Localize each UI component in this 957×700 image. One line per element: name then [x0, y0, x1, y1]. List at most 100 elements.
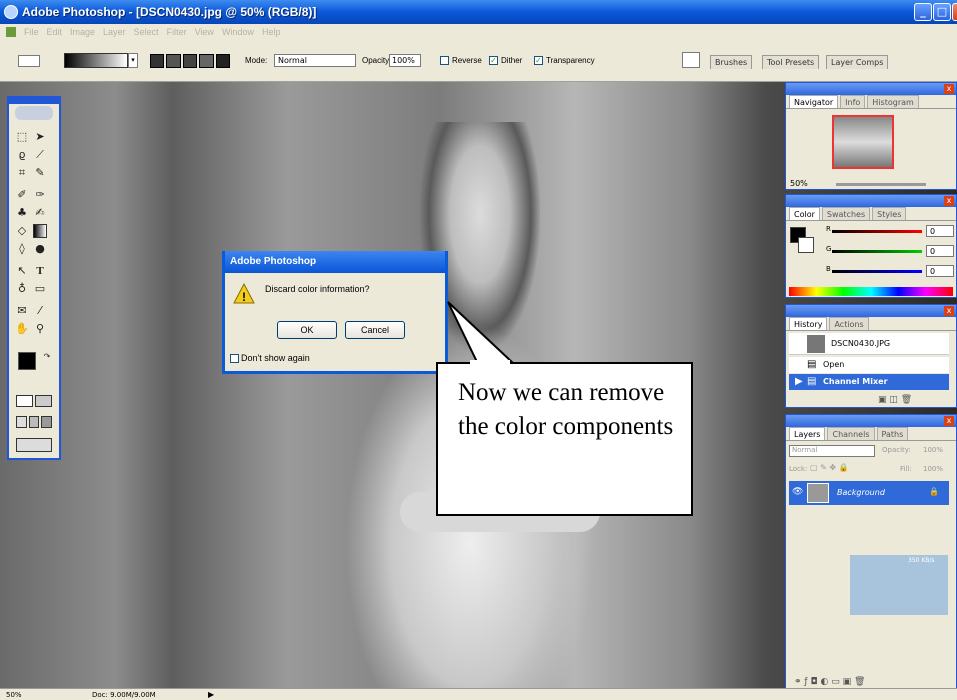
- full-screen-button[interactable]: [41, 416, 53, 428]
- menu-file[interactable]: File: [24, 27, 39, 37]
- maximize-button[interactable]: □: [933, 3, 951, 21]
- layer-style-icon[interactable]: ƒ: [804, 677, 807, 687]
- linear-gradient-button[interactable]: [150, 54, 165, 68]
- navigator-zoom[interactable]: 50%: [790, 179, 808, 188]
- tab-histogram[interactable]: Histogram: [867, 95, 919, 108]
- zoom-tool-icon[interactable]: ⚲: [33, 322, 47, 336]
- tab-layer-comps[interactable]: Layer Comps: [826, 55, 889, 69]
- diamond-gradient-button[interactable]: [215, 54, 231, 68]
- b-input[interactable]: 0: [926, 265, 954, 277]
- gradient-dropdown-icon[interactable]: ▾: [128, 53, 138, 68]
- quick-mask-button[interactable]: [35, 395, 52, 407]
- close-button[interactable]: x: [952, 3, 957, 21]
- blend-mode-select[interactable]: Normal: [789, 445, 875, 457]
- imageready-jump-button[interactable]: [16, 438, 52, 452]
- menu-image[interactable]: Image: [70, 27, 95, 37]
- new-document-icon[interactable]: ▣: [878, 395, 887, 405]
- navigator-zoom-slider[interactable]: [836, 183, 926, 186]
- mode-select[interactable]: Normal: [274, 54, 356, 67]
- history-item-channel-mixer[interactable]: ▶ ▤ Channel Mixer: [789, 374, 949, 390]
- r-input[interactable]: 0: [926, 225, 954, 237]
- tab-info[interactable]: Info: [840, 95, 866, 108]
- tab-styles[interactable]: Styles: [872, 207, 907, 220]
- tab-tool-presets[interactable]: Tool Presets: [762, 55, 820, 69]
- tab-color[interactable]: Color: [789, 207, 820, 220]
- r-slider[interactable]: [832, 230, 922, 233]
- reflected-gradient-button[interactable]: [199, 54, 214, 68]
- minimize-button[interactable]: _: [914, 3, 932, 21]
- panel-close-icon[interactable]: x: [944, 196, 954, 206]
- lasso-tool-icon[interactable]: ϱ: [15, 148, 29, 162]
- panel-close-icon[interactable]: x: [944, 84, 954, 94]
- menu-view[interactable]: View: [195, 27, 214, 37]
- history-snapshot[interactable]: DSCN0430.JPG: [789, 333, 949, 355]
- type-tool-icon[interactable]: T: [33, 264, 47, 278]
- tab-history[interactable]: History: [789, 317, 828, 330]
- full-screen-menu-button[interactable]: [28, 416, 40, 428]
- eyedropper-tool-icon[interactable]: ⁄: [33, 304, 47, 318]
- menu-select[interactable]: Select: [134, 27, 159, 37]
- healing-brush-tool-icon[interactable]: ✐: [15, 188, 29, 202]
- new-snapshot-icon[interactable]: ◫: [889, 395, 898, 405]
- folder-icon[interactable]: ▭: [831, 677, 840, 687]
- navigator-thumbnail[interactable]: [832, 115, 894, 169]
- menu-layer[interactable]: Layer: [103, 27, 126, 37]
- slice-tool-icon[interactable]: ✎: [33, 166, 47, 180]
- opacity-input[interactable]: 100%: [389, 54, 421, 67]
- crop-tool-icon[interactable]: ⌗: [15, 166, 29, 180]
- standard-screen-button[interactable]: [16, 416, 27, 428]
- adjustment-layer-icon[interactable]: ◐: [820, 677, 828, 687]
- layer-opacity-value[interactable]: 100%: [923, 446, 943, 454]
- b-slider[interactable]: [832, 270, 922, 273]
- path-selection-tool-icon[interactable]: ↖: [15, 264, 29, 278]
- lock-icons[interactable]: ▢ ✎ ✥ 🔒: [810, 463, 849, 472]
- hand-tool-icon[interactable]: ✋: [15, 322, 29, 336]
- swap-colors-icon[interactable]: ↷: [40, 350, 54, 364]
- move-tool-icon[interactable]: ➤: [33, 130, 47, 144]
- shape-tool-icon[interactable]: ▭: [33, 282, 47, 296]
- history-item-open[interactable]: ▤ Open: [789, 357, 949, 373]
- g-input[interactable]: 0: [926, 245, 954, 257]
- dodge-tool-icon[interactable]: ●: [33, 242, 47, 256]
- radial-gradient-button[interactable]: [166, 54, 181, 68]
- angle-gradient-button[interactable]: [182, 54, 198, 68]
- panel-close-icon[interactable]: x: [944, 306, 954, 316]
- eye-visibility-icon[interactable]: 👁: [792, 487, 803, 497]
- pen-tool-icon[interactable]: ♁: [15, 282, 29, 296]
- mask-icon[interactable]: ◘: [810, 677, 817, 687]
- panel-close-icon[interactable]: x: [944, 416, 954, 426]
- color-ramp[interactable]: [789, 287, 953, 296]
- menu-filter[interactable]: Filter: [167, 27, 187, 37]
- new-layer-icon[interactable]: ▣: [843, 677, 852, 687]
- fill-value[interactable]: 100%: [923, 465, 943, 473]
- foreground-color-swatch[interactable]: [18, 352, 36, 370]
- tab-channels[interactable]: Channels: [827, 427, 875, 440]
- gradient-tool-icon[interactable]: [33, 224, 47, 238]
- tab-swatches[interactable]: Swatches: [821, 207, 871, 220]
- blur-tool-icon[interactable]: ◊: [15, 242, 29, 256]
- magic-wand-tool-icon[interactable]: ⟋: [33, 148, 47, 162]
- tab-navigator[interactable]: Navigator: [789, 95, 839, 108]
- history-brush-tool-icon[interactable]: ✍: [33, 206, 47, 220]
- menu-edit[interactable]: Edit: [47, 27, 63, 37]
- reverse-checkbox[interactable]: [440, 56, 449, 65]
- menu-window[interactable]: Window: [222, 27, 254, 37]
- tab-paths[interactable]: Paths: [876, 427, 909, 440]
- brush-tool-icon[interactable]: ✑: [33, 188, 47, 202]
- tab-brushes[interactable]: Brushes: [710, 55, 753, 69]
- notes-tool-icon[interactable]: ✉: [15, 304, 29, 318]
- marquee-tool-icon[interactable]: ⬚: [15, 130, 29, 144]
- eraser-tool-icon[interactable]: ◇: [15, 224, 29, 238]
- delete-layer-icon[interactable]: 🗑: [854, 677, 865, 687]
- file-browser-icon[interactable]: [682, 52, 700, 68]
- status-zoom[interactable]: 50%: [6, 691, 22, 699]
- transparency-checkbox[interactable]: ✓: [534, 56, 543, 65]
- clone-stamp-tool-icon[interactable]: ♣: [15, 206, 29, 220]
- menu-help[interactable]: Help: [262, 27, 281, 37]
- tool-preset-picker[interactable]: [18, 55, 40, 67]
- status-menu-arrow-icon[interactable]: ▶: [208, 690, 214, 699]
- layer-row-background[interactable]: 👁 Background 🔒: [789, 481, 949, 505]
- trash-icon[interactable]: 🗑: [901, 395, 912, 405]
- gradient-picker[interactable]: [64, 53, 128, 68]
- ok-button[interactable]: OK: [277, 321, 337, 339]
